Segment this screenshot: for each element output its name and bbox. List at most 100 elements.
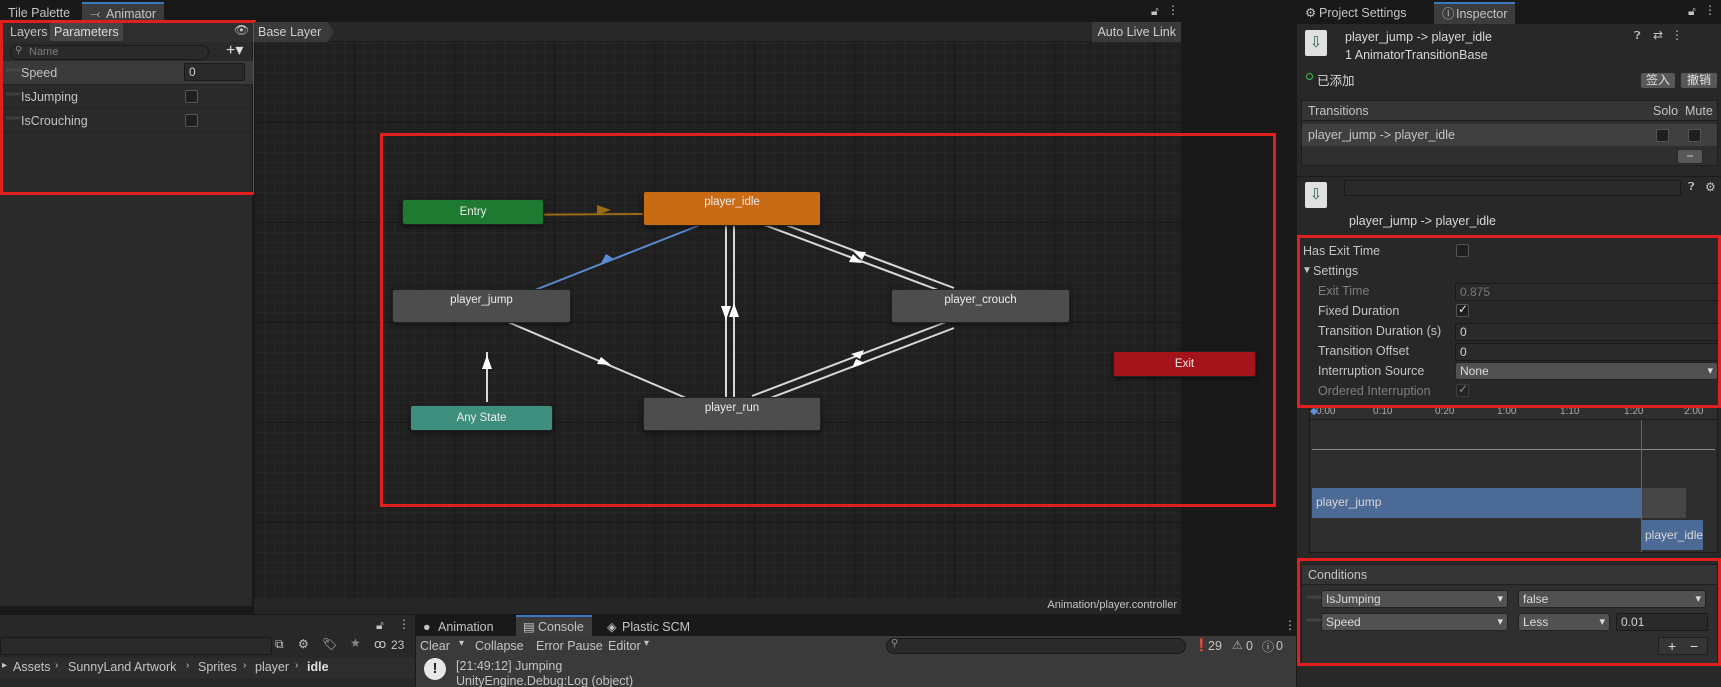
undo-button[interactable]: 撤销 [1680,72,1718,89]
remove-transition-button[interactable]: − [1677,149,1703,164]
breadcrumb-item-current[interactable]: idle [307,660,329,674]
kebab-menu-icon[interactable]: ⋮ [1284,618,1296,632]
settings-foldout[interactable]: Settings [1313,264,1358,278]
breadcrumb-item[interactable]: player [255,660,289,674]
error-icon[interactable]: ⓘ [1262,638,1274,655]
transition-offset-field[interactable]: 0 [1455,343,1721,361]
condition-operator-dropdown[interactable]: false [1518,590,1706,608]
remove-condition-button[interactable]: − [1690,638,1698,654]
tab-console[interactable]: ▤ Console [516,615,592,636]
editor-dropdown-icon[interactable]: ▾ [644,638,649,649]
timeline-tick: 0:20 [1435,406,1455,417]
transition-name-label: player_jump -> player_idle [1349,214,1496,228]
condition-row[interactable]: ══ IsJumping false [1302,588,1717,610]
condition-operator-dropdown[interactable]: Less [1518,613,1610,631]
fixed-duration-label: Fixed Duration [1318,304,1400,318]
tab-console-label: Console [538,620,584,634]
chevron-right-icon: › [243,660,247,671]
settings-gear-icon[interactable]: ⚙︎ [1705,180,1716,194]
clear-button[interactable]: Clear [420,639,450,653]
condition-value-field[interactable]: 0.01 [1616,613,1708,631]
console-log-entry[interactable]: ! [21:49:12] Jumping UnityEngine.Debug:L… [416,656,1297,687]
source-clip-bar[interactable]: player_jump [1312,488,1642,518]
exit-time-field[interactable]: 0.875 [1455,283,1721,301]
condition-parameter-dropdown[interactable]: IsJumping [1321,590,1508,608]
hidden-count: 23 [391,638,405,652]
interruption-source-label: Interruption Source [1318,364,1425,378]
editor-dropdown[interactable]: Editor [608,639,641,653]
info-icon: ⓘ [1442,7,1455,21]
warning-icon[interactable]: ⚠ [1232,638,1243,652]
solo-checkbox[interactable] [1656,129,1669,142]
conditions-header-label: Conditions [1308,568,1368,582]
has-exit-time-label: Has Exit Time [1303,244,1381,258]
filter-icon[interactable]: ⚙︎ [298,637,309,651]
inspector-tab-bar: ⚙︎ Project Settings ⓘ Inspector 🔓︎ ⋮ [1297,0,1721,24]
has-exit-time-checkbox[interactable] [1456,244,1469,257]
help-icon[interactable]: ❓︎ [1634,30,1641,43]
hidden-packages-icon[interactable]: ꝏ [374,637,386,651]
condition-parameter-dropdown[interactable]: Speed [1321,613,1508,631]
project-panel: 🔓︎ ⋮ ⧉ ⚙︎ 🏷︎ ★ ꝏ 23 ▸ Assets › SunnyLand… [0,614,415,687]
add-condition-button[interactable]: + [1668,638,1676,654]
drag-handle-icon[interactable]: ══ [1307,615,1321,626]
player-run-node[interactable]: player_run [643,397,821,431]
playhead-icon[interactable]: ◆ [1310,406,1318,417]
divider [1297,176,1721,177]
player-jump-node[interactable]: player_jump [392,289,571,323]
fixed-duration-checkbox[interactable] [1456,302,1469,317]
help-icon[interactable]: ❓︎ [1688,181,1695,194]
tab-animation-label: Animation [438,620,494,634]
ordered-interruption-checkbox[interactable] [1456,382,1469,397]
condition-row[interactable]: ══ Speed Less 0.01 [1302,611,1717,633]
kebab-menu-icon[interactable]: ⋮ [398,617,410,631]
tab-project-settings[interactable]: ⚙︎ Project Settings [1297,2,1415,24]
transition-name-input[interactable] [1344,180,1681,196]
console-panel: ● Animation ▤ Console ◈ Plastic SCM ⋮ Cl… [415,614,1297,687]
search-by-type-icon[interactable]: ⧉ [275,637,284,652]
mute-checkbox[interactable] [1688,129,1701,142]
collapse-button[interactable]: Collapse [475,639,524,653]
tab-plastic-scm[interactable]: ◈ Plastic SCM [600,616,698,638]
mute-header: Mute [1685,104,1713,118]
transition-duration-field[interactable]: 0 [1455,323,1721,341]
tab-animation[interactable]: ● Animation [416,616,502,638]
more-icon[interactable]: ⋮ [1671,28,1683,42]
transition-row[interactable]: player_jump -> player_idle [1302,124,1717,146]
checkin-button[interactable]: 签入 [1640,72,1676,89]
tab-inspector[interactable]: ⓘ Inspector [1434,2,1516,24]
breadcrumb-item[interactable]: SunnyLand Artwork [68,660,176,674]
foldout-expanded-icon[interactable]: ▼ [1302,265,1312,276]
log-message: [21:49:12] Jumping [456,659,563,673]
transition-start-marker[interactable] [1641,420,1642,552]
star-icon[interactable]: ★ [350,636,361,650]
clear-dropdown-icon[interactable]: ▾ [459,638,464,649]
entry-node[interactable]: Entry [402,199,544,225]
kebab-menu-icon[interactable]: ⋮ [1704,3,1716,17]
breadcrumb-item[interactable]: Assets [13,660,51,674]
info-icon[interactable]: ❗ [1194,638,1209,652]
project-search-input[interactable] [0,637,272,655]
label-icon[interactable]: 🏷︎ [322,637,337,651]
error-pause-button[interactable]: Error Pause [536,639,603,653]
drag-handle-icon[interactable]: ══ [1307,592,1321,603]
transition-row-label: player_jump -> player_idle [1308,128,1455,142]
conditions-header: Conditions [1302,565,1717,585]
player-crouch-node[interactable]: player_crouch [891,289,1070,323]
destination-clip-bar[interactable]: player_idle [1641,520,1703,550]
interruption-source-dropdown[interactable]: None [1455,362,1718,380]
lock-icon[interactable]: 🔓︎ [1688,4,1696,19]
console-search-input[interactable]: ⚲ [886,638,1186,654]
breadcrumb-item[interactable]: Sprites [198,660,237,674]
source-clip-label: player_jump [1316,495,1382,509]
timeline-tick: 1:00 [1497,406,1517,417]
error-count: 0 [1276,639,1283,653]
transition-timeline[interactable]: 0:00 0:10 0:20 1:00 1:10 1:20 2:00 ◆ pla… [1309,405,1718,553]
lock-icon[interactable]: 🔓︎ [376,618,384,633]
preset-icon[interactable]: ⇄ [1653,28,1663,42]
chevron-right-icon: › [55,660,59,671]
any-state-node[interactable]: Any State [410,405,553,431]
exit-node[interactable]: Exit [1113,351,1256,377]
player-idle-node[interactable]: player_idle [643,191,821,226]
breadcrumb: ▸ Assets › SunnyLand Artwork › Sprites ›… [0,658,415,678]
